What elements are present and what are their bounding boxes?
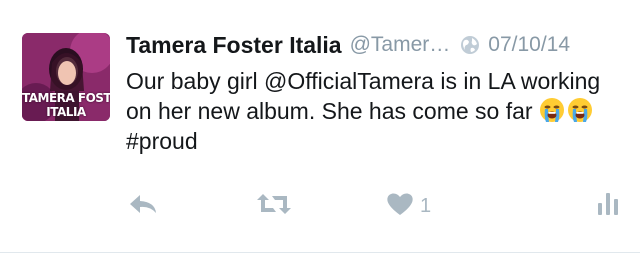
tweet-date[interactable]: 07/10/14	[488, 33, 570, 57]
tweet-text: Our baby girl @OfficialTamera is in LA w…	[126, 66, 626, 156]
avatar-caption-line-1: TAMERA FOSTER	[22, 91, 110, 105]
tweet-actions: 1	[0, 186, 640, 226]
tweet-text-main: Our baby girl @OfficialTamera is in LA w…	[126, 68, 601, 124]
like-button[interactable]: 1	[386, 186, 431, 226]
globe-icon	[460, 35, 480, 55]
retweet-icon	[256, 192, 292, 221]
reply-icon	[128, 192, 160, 221]
loudly-crying-face-emoji-icon	[539, 97, 565, 123]
loudly-crying-face-emoji-icon	[567, 97, 593, 123]
analytics-icon	[596, 191, 620, 222]
heart-icon	[386, 192, 414, 221]
like-count: 1	[420, 194, 432, 217]
avatar[interactable]: TAMERA FOSTER ITALIA	[22, 33, 110, 121]
reply-button[interactable]	[128, 186, 160, 226]
tweet-header: Tamera Foster Italia @Tamer… 07/10/14	[126, 28, 626, 62]
user-handle[interactable]: @Tamer…	[350, 33, 451, 57]
analytics-button[interactable]	[596, 186, 620, 226]
retweet-button[interactable]	[256, 186, 292, 226]
display-name[interactable]: Tamera Foster Italia	[126, 32, 342, 59]
avatar-caption: TAMERA FOSTER ITALIA	[22, 91, 110, 119]
tweet[interactable]: TAMERA FOSTER ITALIA Tamera Foster Itali…	[0, 0, 640, 253]
avatar-caption-line-2: ITALIA	[46, 105, 86, 119]
hashtag-link[interactable]: #proud	[126, 128, 198, 154]
